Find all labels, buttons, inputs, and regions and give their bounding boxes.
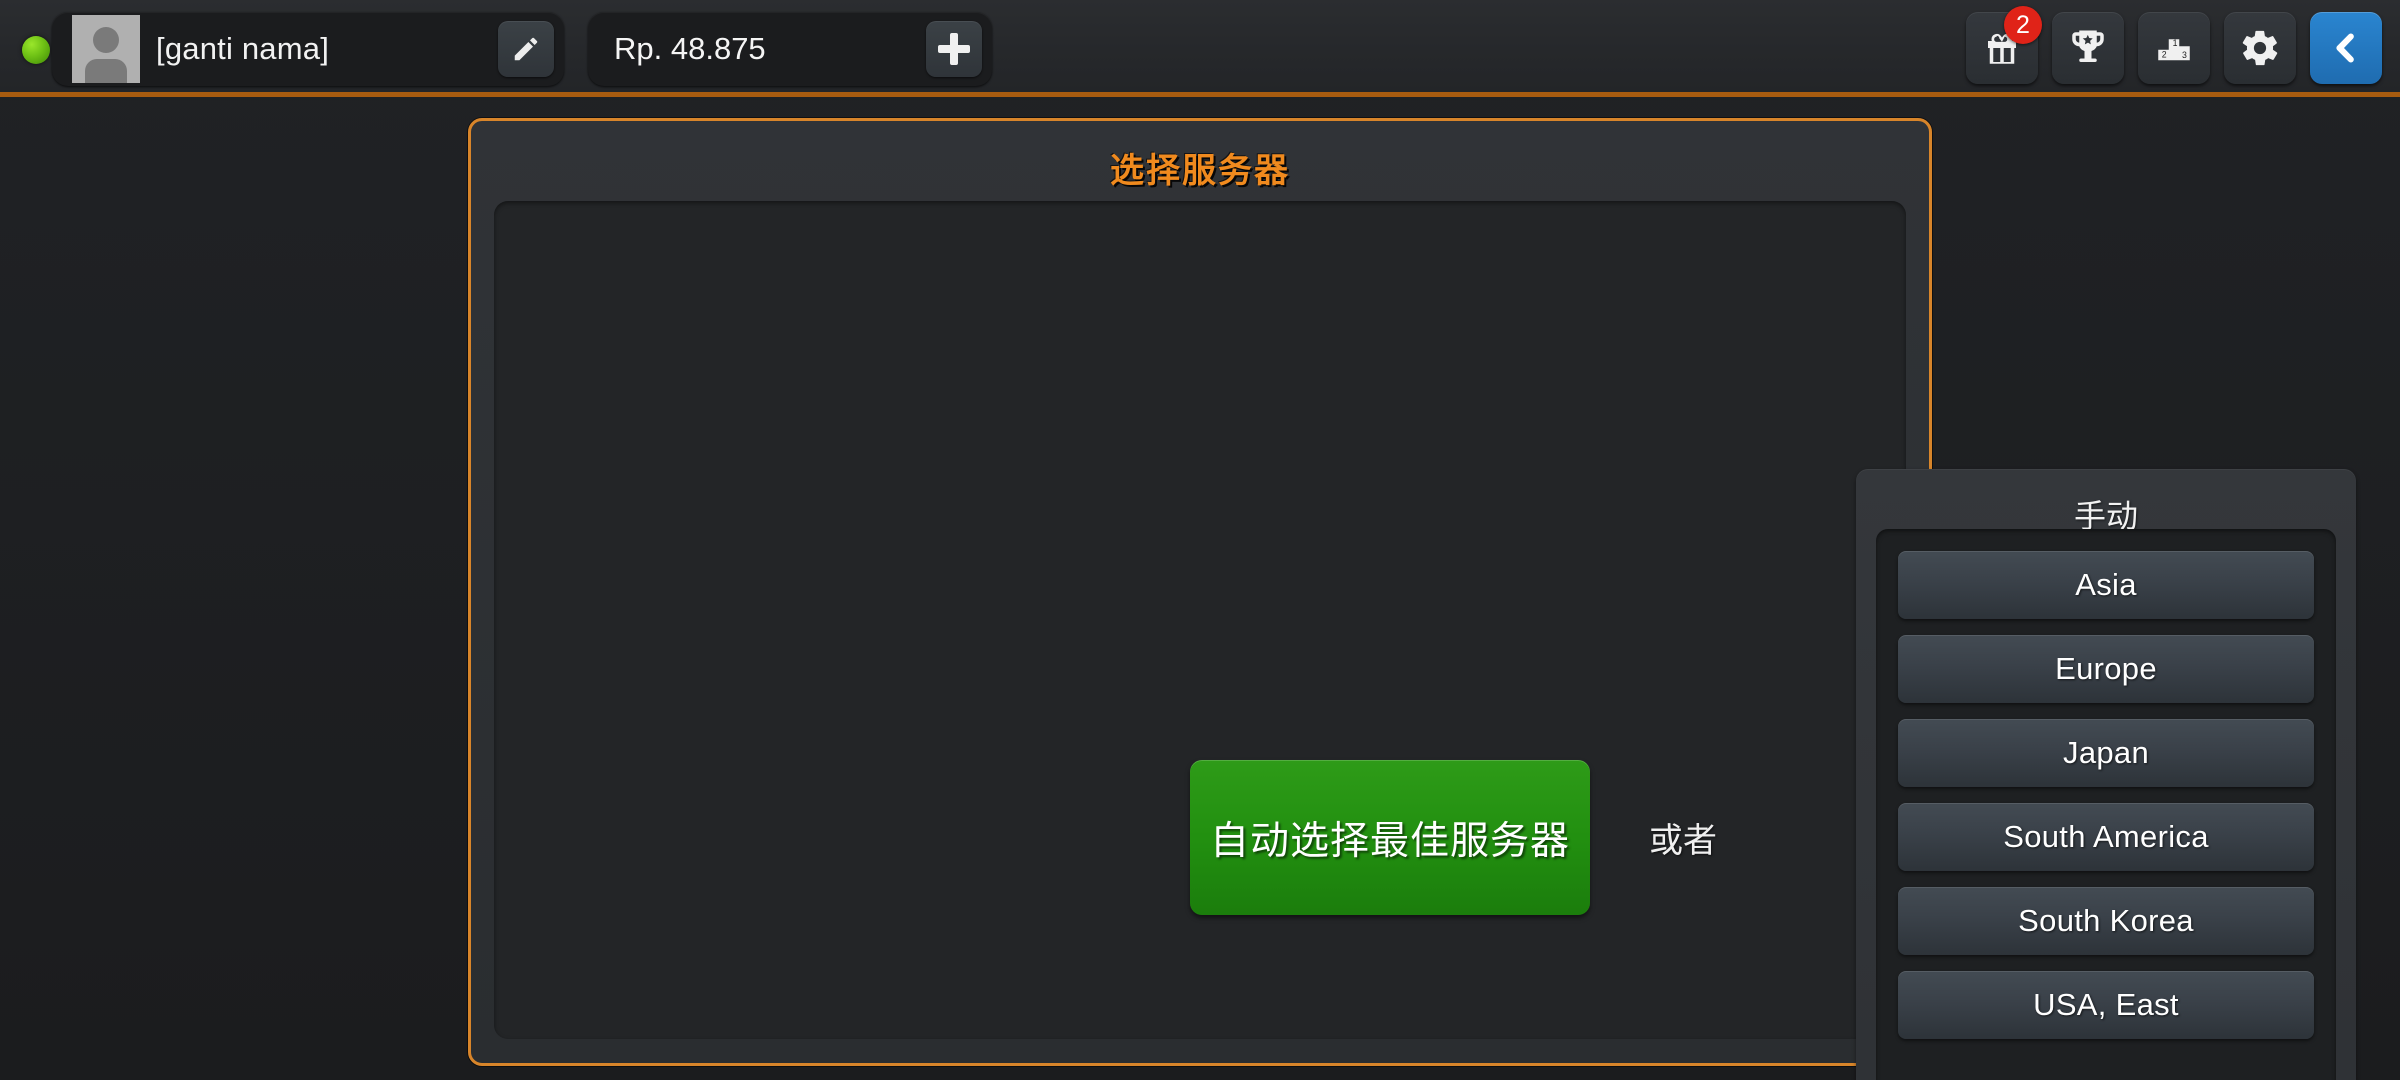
svg-text:3: 3 <box>2182 50 2187 60</box>
server-option-label: Asia <box>2075 567 2137 602</box>
add-currency-button[interactable] <box>926 21 982 77</box>
manual-server-panel: 手动 Asia Europe Japan South America South… <box>1856 469 2356 1080</box>
back-button[interactable] <box>2310 12 2382 84</box>
gear-icon <box>2242 30 2278 66</box>
currency-pill: Rp. 48.875 <box>588 12 992 86</box>
server-option-label: Japan <box>2063 735 2149 770</box>
plus-icon-vertical <box>950 33 958 65</box>
server-option-japan[interactable]: Japan <box>1898 719 2314 787</box>
game-screen: [ganti nama] Rp. 48.875 2 1 2 3 选择服务器 自动… <box>0 0 2400 1080</box>
trophy-icon <box>2072 30 2104 62</box>
player-name-label: [ganti nama] <box>156 31 330 66</box>
avatar-head-shape <box>93 27 119 53</box>
player-name-pill: [ganti nama] <box>52 12 564 86</box>
online-status-indicator <box>22 36 50 64</box>
server-option-label: Europe <box>2055 651 2157 686</box>
avatar <box>72 15 140 83</box>
server-option-south-america[interactable]: South America <box>1898 803 2314 871</box>
gifts-button[interactable]: 2 <box>1966 6 2042 84</box>
top-right-icon-group: 2 1 2 3 <box>1966 6 2382 84</box>
server-option-europe[interactable]: Europe <box>1898 635 2314 703</box>
edit-name-button[interactable] <box>498 21 554 77</box>
dialog-body-panel: 自动选择最佳服务器 或者 手动 Asia Europe Japan South … <box>494 201 2356 1080</box>
select-server-dialog: 选择服务器 自动选择最佳服务器 或者 手动 Asia Europe Japan <box>468 118 2356 1080</box>
dialog-title: 选择服务器 <box>1110 152 1290 190</box>
server-option-label: South America <box>2003 819 2209 854</box>
leaderboard-button[interactable]: 1 2 3 <box>2138 12 2210 84</box>
avatar-body-shape <box>85 59 127 83</box>
auto-select-label: 自动选择最佳服务器 <box>1209 819 1570 863</box>
svg-text:1: 1 <box>2173 38 2178 48</box>
server-list[interactable]: Asia Europe Japan South America South Ko… <box>1876 529 2336 1080</box>
currency-amount-label: Rp. 48.875 <box>614 31 766 66</box>
server-option-usa-east[interactable]: USA, East <box>1898 971 2314 1039</box>
or-separator-label: 或者 <box>1649 822 1717 860</box>
svg-text:2: 2 <box>2162 50 2167 60</box>
gift-count-badge: 2 <box>2004 6 2042 44</box>
leaderboard-podium-icon: 1 2 3 <box>2158 38 2190 61</box>
auto-select-best-server-button[interactable]: 自动选择最佳服务器 <box>1190 760 1590 915</box>
top-bar: [ganti nama] Rp. 48.875 2 1 2 3 <box>0 0 2400 97</box>
achievements-button[interactable] <box>2052 12 2124 84</box>
server-option-label: South Korea <box>2018 903 2194 938</box>
server-option-label: USA, East <box>2033 987 2179 1022</box>
server-option-asia[interactable]: Asia <box>1898 551 2314 619</box>
settings-button[interactable] <box>2224 12 2296 84</box>
pencil-icon <box>514 37 538 61</box>
server-option-south-korea[interactable]: South Korea <box>1898 887 2314 955</box>
back-chevron-icon <box>2336 33 2354 63</box>
